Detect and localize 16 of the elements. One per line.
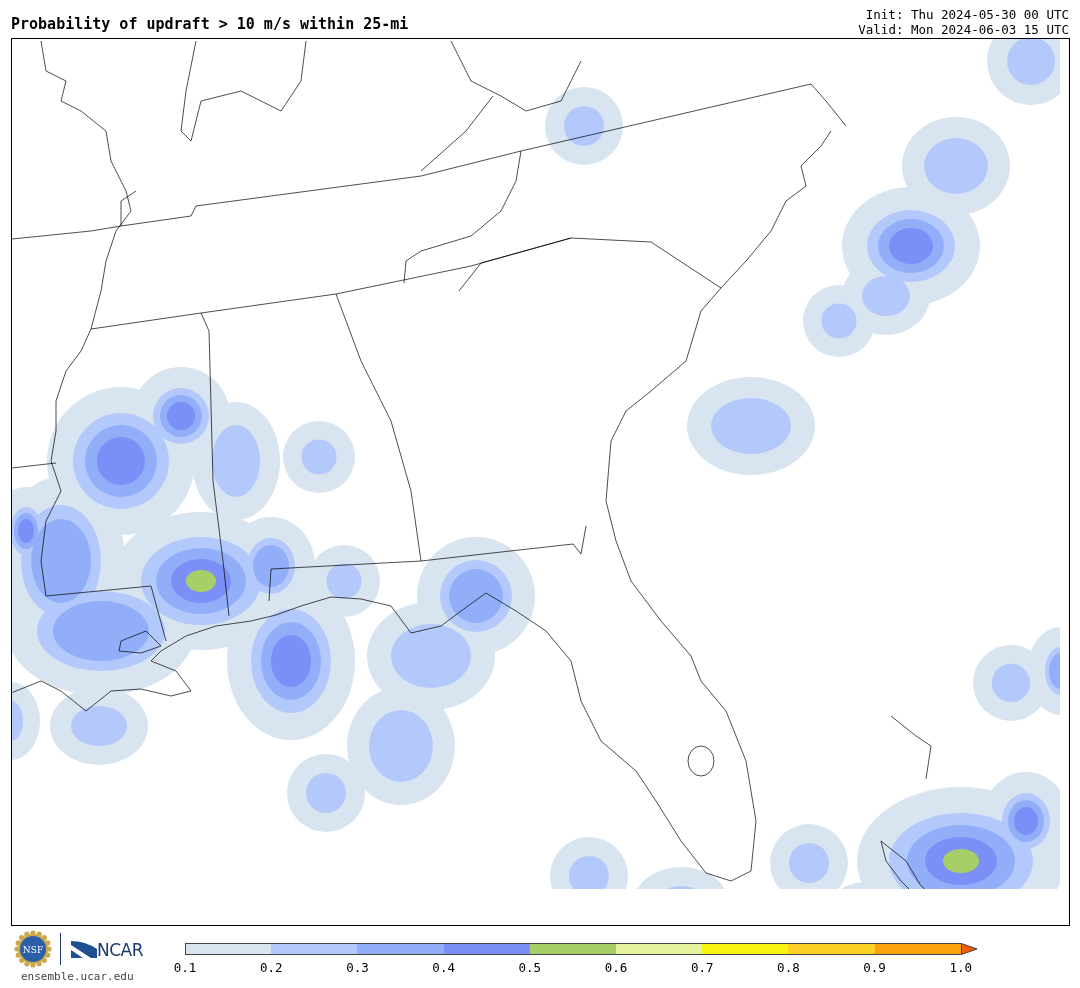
colorbar-tick-label: 0.5 bbox=[517, 962, 543, 975]
colorbar-tick-label: 0.8 bbox=[776, 962, 801, 975]
colorbar-tick-label: 1.0 bbox=[948, 962, 974, 975]
colorbar-tick-label: 0.3 bbox=[345, 962, 370, 975]
colorbar-tick-label: 0.2 bbox=[259, 962, 284, 975]
valid-time: Valid: Mon 2024-06-03 15 UTC bbox=[858, 22, 1069, 37]
ncar-logo-icon bbox=[71, 939, 97, 959]
colorbar-tick-label: 0.6 bbox=[603, 962, 629, 975]
init-time: Init: Thu 2024-05-30 00 UTC bbox=[864, 7, 1069, 22]
colorbar-tick-label: 0.4 bbox=[431, 962, 456, 975]
website-text: ensemble.ucar.edu bbox=[20, 971, 135, 982]
map-title: Probability of updraft > 10 m/s within 25-mi bbox=[11, 17, 409, 35]
colorbar-tick-label: 0.9 bbox=[862, 962, 887, 975]
colorbar-tick-label: 0.1 bbox=[172, 962, 198, 975]
colorbar-tick-label: 0.7 bbox=[689, 962, 715, 975]
ncar-logo-text: NCAR bbox=[97, 942, 144, 959]
